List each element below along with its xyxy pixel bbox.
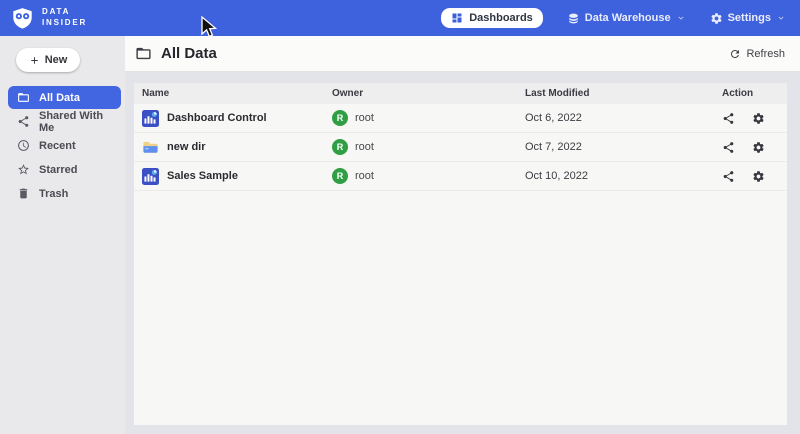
last-modified: Oct 10, 2022 [517,170,714,182]
brand-line-1: DATA [42,7,87,18]
content-body: Name Owner Last Modified Action [125,73,800,434]
refresh-button[interactable]: Refresh [729,48,785,60]
page-title: All Data [161,45,217,62]
plus-icon [29,55,40,66]
owner-name: root [355,170,374,182]
column-header-action: Action [714,88,787,99]
owner-name: root [355,141,374,153]
trash-icon [17,187,30,200]
file-name: new dir [167,141,206,153]
folder-icon [17,91,30,104]
settings-action-icon[interactable] [752,141,765,154]
data-warehouse-menu[interactable]: Data Warehouse [567,12,686,25]
content-header: All Data Refresh [125,36,800,72]
sidebar-item-starred[interactable]: Starred [8,158,121,181]
file-name: Sales Sample [167,170,238,182]
dashboards-button[interactable]: Dashboards [441,8,543,28]
owner-name: root [355,112,374,124]
new-button[interactable]: New [16,48,80,72]
settings-label: Settings [728,12,771,24]
owner-avatar: R [332,139,348,155]
sidebar-item-label: Shared With Me [39,110,121,134]
database-icon [567,12,580,25]
settings-action-icon[interactable] [752,170,765,183]
refresh-icon [729,48,741,60]
share-action-icon[interactable] [722,112,735,125]
last-modified: Oct 7, 2022 [517,141,714,153]
owner-avatar: R [332,110,348,126]
folder-outline-icon [135,45,152,62]
sidebar-item-recent[interactable]: Recent [8,134,121,157]
clock-icon [17,139,30,152]
sidebar-item-label: All Data [39,92,80,104]
sidebar-item-label: Recent [39,140,76,152]
gear-icon [710,12,723,25]
chevron-down-icon [776,13,786,23]
column-header-owner: Owner [324,88,517,99]
table-row[interactable]: new dir R root Oct 7, 2022 [134,133,787,162]
share-action-icon[interactable] [722,141,735,154]
sidebar-item-label: Trash [39,188,68,200]
chart-file-icon [142,110,159,127]
owl-logo-icon [10,7,35,30]
owner-avatar: R [332,168,348,184]
star-icon [17,163,30,176]
sidebar-item-shared-with-me[interactable]: Shared With Me [8,110,121,133]
last-modified: Oct 6, 2022 [517,112,714,124]
chevron-down-icon [676,13,686,23]
refresh-label: Refresh [746,48,785,60]
share-action-icon[interactable] [722,170,735,183]
table-header-row: Name Owner Last Modified Action [134,83,787,104]
data-warehouse-label: Data Warehouse [585,12,671,24]
table-row[interactable]: Dashboard Control R root Oct 6, 2022 [134,104,787,133]
topbar: DATA INSIDER Dashboards Data Warehouse [0,0,800,36]
settings-menu[interactable]: Settings [710,12,786,25]
column-header-last-modified: Last Modified [517,88,714,99]
app-logo: DATA INSIDER [10,7,87,30]
topnav: Dashboards Data Warehouse Settings [441,8,786,28]
folder-file-icon [142,139,159,156]
file-name: Dashboard Control [167,112,267,124]
share-icon [17,115,30,128]
settings-action-icon[interactable] [752,112,765,125]
column-header-name: Name [134,88,324,99]
dashboards-label: Dashboards [469,12,533,24]
file-table-card: Name Owner Last Modified Action [134,83,787,425]
dashboard-icon [451,12,463,24]
sidebar-item-trash[interactable]: Trash [8,182,121,205]
chart-file-icon [142,168,159,185]
table-row[interactable]: Sales Sample R root Oct 10, 2022 [134,162,787,191]
new-button-label: New [45,54,68,66]
sidebar-item-all-data[interactable]: All Data [8,86,121,109]
sidebar: New All Data Shared With Me Recent Starr… [0,36,125,434]
sidebar-item-label: Starred [39,164,78,176]
brand-line-2: INSIDER [42,18,87,29]
